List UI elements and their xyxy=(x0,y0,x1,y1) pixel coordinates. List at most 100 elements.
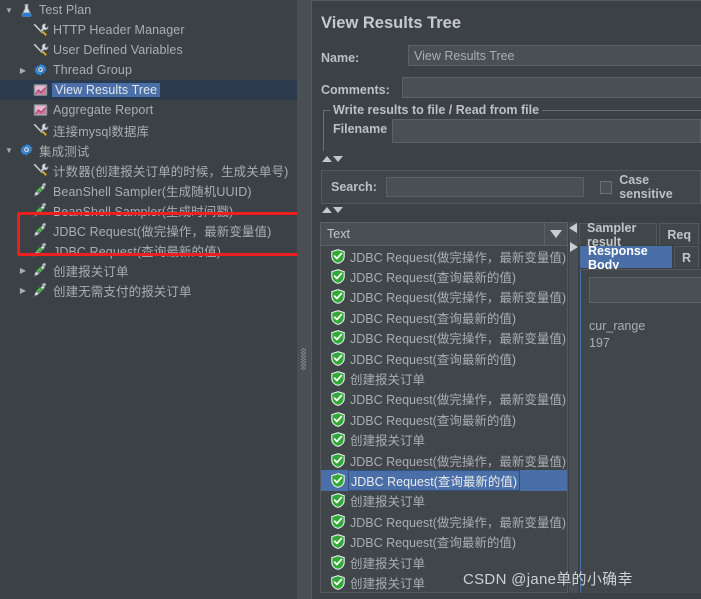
tree-item[interactable]: User Defined Variables xyxy=(0,40,297,60)
comments-input[interactable] xyxy=(402,77,701,98)
status-success-icon xyxy=(331,350,350,366)
tabbar-response[interactable]: Response Body R xyxy=(580,244,701,272)
tree-item-label: User Defined Variables xyxy=(53,43,183,57)
tree-toggle-collapsed-icon[interactable]: ▶ xyxy=(16,266,30,275)
result-row[interactable]: JDBC Request(查询最新的值) xyxy=(321,409,567,429)
result-detail-tabs: Sampler result Req Response Body R cur_ran… xyxy=(579,221,701,593)
tree-item[interactable]: ▶ 创建报关订单 xyxy=(0,260,297,280)
result-row[interactable]: JDBC Request(查询最新的值) xyxy=(321,531,567,551)
result-tab[interactable]: Req xyxy=(659,223,699,245)
tree-item[interactable]: BeanShell Sampler(生成时间戳) xyxy=(0,200,297,220)
tree-toggle-expanded-icon[interactable]: ▼ xyxy=(2,146,16,155)
tree-toggle-expanded-icon[interactable]: ▼ xyxy=(2,6,16,15)
tree-item[interactable]: JDBC Request(查询最新的值) xyxy=(0,240,297,260)
write-results-groupbox: Write results to file / Read from file F… xyxy=(323,103,701,151)
tree-item[interactable]: Aggregate Report xyxy=(0,100,297,120)
result-row[interactable]: JDBC Request(查询最新的值) xyxy=(321,470,567,491)
result-row-label: JDBC Request(做完操作，最新变量值) xyxy=(350,250,566,265)
tabbar-sampler[interactable]: Sampler result Req xyxy=(579,221,701,249)
result-row[interactable]: JDBC Request(做完操作，最新变量值) xyxy=(321,511,567,531)
tree-item[interactable]: HTTP Header Manager xyxy=(0,20,297,40)
sampler-icon xyxy=(30,241,50,259)
tree-item[interactable]: 连接mysql数据库 xyxy=(0,120,297,140)
tree-item-label: JDBC Request(查询最新的值) xyxy=(53,244,221,259)
tree-item-label: BeanShell Sampler(生成随机UUID) xyxy=(53,184,252,199)
tree-item[interactable]: ▶ 创建无需支付的报关订单 xyxy=(0,280,297,300)
result-row-label: JDBC Request(查询最新的值) xyxy=(350,413,516,428)
tree-toggle-collapsed-icon[interactable]: ▶ xyxy=(16,66,30,75)
search-input[interactable] xyxy=(385,177,585,197)
chevron-down-icon[interactable] xyxy=(333,156,343,162)
dropdown-arrow-icon[interactable] xyxy=(544,223,567,245)
response-tab[interactable]: R xyxy=(673,246,699,268)
tree-item[interactable]: BeanShell Sampler(生成随机UUID) xyxy=(0,180,297,200)
tree-item[interactable]: View Results Tree xyxy=(0,80,297,100)
sampler-icon xyxy=(30,221,50,239)
render-type-value: Text xyxy=(327,227,350,241)
chevron-up-icon[interactable] xyxy=(322,156,332,162)
name-input[interactable]: View Results Tree xyxy=(408,45,701,66)
status-success-icon xyxy=(331,411,350,427)
chevron-up-icon[interactable] xyxy=(322,207,332,213)
status-success-icon xyxy=(331,432,350,448)
result-row[interactable]: 创建报关订单 xyxy=(321,491,567,511)
result-row[interactable]: 创建报关订单 xyxy=(321,430,567,450)
collapse-left-icon[interactable] xyxy=(569,223,577,233)
result-row-label: 创建报关订单 xyxy=(350,373,426,388)
search-bar: Search: Case sensitive xyxy=(321,170,701,204)
tree-item-label: 创建报关订单 xyxy=(53,264,129,279)
test-plan-tree[interactable]: ▼ Test Plan HTTP Header Manager User Define… xyxy=(0,0,297,599)
chevron-down-icon[interactable] xyxy=(333,207,343,213)
results-list[interactable]: JDBC Request(做完操作，最新变量值) JDBC Request(查询最… xyxy=(320,246,568,593)
status-success-icon xyxy=(331,269,350,285)
collapse-arrows-top[interactable] xyxy=(322,156,343,162)
result-row[interactable]: JDBC Request(查询最新的值) xyxy=(321,348,567,368)
tree-item[interactable]: ▶ Thread Group xyxy=(0,60,297,80)
find-input[interactable] xyxy=(589,277,701,303)
result-row-label: JDBC Request(做完操作，最新变量值) xyxy=(350,515,566,530)
result-row[interactable]: 创建报关订单 xyxy=(321,368,567,388)
config-element-icon xyxy=(30,21,50,39)
result-row[interactable]: JDBC Request(做完操作，最新变量值) xyxy=(321,450,567,470)
filename-label: Filename xyxy=(333,122,388,136)
tree-item[interactable]: ▼ 集成测试 xyxy=(0,140,297,160)
main-splitter[interactable] xyxy=(297,0,311,599)
response-body-line-1: cur_range xyxy=(589,319,646,333)
thread-group-icon xyxy=(16,141,36,159)
result-row-label: JDBC Request(做完操作，最新变量值) xyxy=(350,291,566,306)
watermark-text: CSDN @jane单的小确幸 xyxy=(463,571,633,588)
tree-item[interactable]: JDBC Request(做完操作，最新变量值) xyxy=(0,220,297,240)
filename-input[interactable] xyxy=(392,119,701,143)
result-row[interactable]: JDBC Request(做完操作，最新变量值) xyxy=(321,328,567,348)
groupbox-title: Write results to file / Read from file xyxy=(330,103,543,117)
status-success-icon xyxy=(331,554,350,570)
listener-icon xyxy=(30,81,50,99)
status-success-icon xyxy=(331,452,350,468)
result-row[interactable]: JDBC Request(做完操作，最新变量值) xyxy=(321,246,567,266)
render-type-dropdown[interactable]: Text xyxy=(320,222,568,246)
case-sensitive-checkbox[interactable] xyxy=(600,180,613,194)
result-row-label: JDBC Request(做完操作，最新变量值) xyxy=(350,332,566,347)
results-detail-splitter[interactable] xyxy=(569,222,578,593)
collapse-arrows-results[interactable] xyxy=(322,207,343,213)
status-success-icon xyxy=(331,371,350,386)
jmeter-window: ▼ Test Plan HTTP Header Manager User Define… xyxy=(0,0,701,599)
result-row[interactable]: JDBC Request(做完操作，最新变量值) xyxy=(321,389,567,409)
result-row-label: 创建报关订单 xyxy=(350,495,426,510)
tree-item[interactable]: ▼ Test Plan xyxy=(0,0,297,20)
tree-toggle-collapsed-icon[interactable]: ▶ xyxy=(16,286,30,295)
tree-item-label: Test Plan xyxy=(39,3,92,17)
collapse-right-icon[interactable] xyxy=(570,242,578,252)
tree-item-label: 连接mysql数据库 xyxy=(53,124,150,139)
tree-item-label: JDBC Request(做完操作，最新变量值) xyxy=(53,224,272,239)
tree-item-label: View Results Tree xyxy=(52,83,161,97)
response-tab[interactable]: Response Body xyxy=(580,244,672,272)
result-row[interactable]: JDBC Request(查询最新的值) xyxy=(321,266,567,286)
result-tab[interactable]: Sampler result xyxy=(579,221,658,249)
splitter-grip-icon[interactable] xyxy=(301,348,306,370)
tree-item[interactable]: 计数器(创建报关订单的时候，生成关单号) xyxy=(0,160,297,180)
status-success-icon xyxy=(331,289,350,305)
config-element-icon xyxy=(30,41,50,59)
result-row[interactable]: JDBC Request(查询最新的值) xyxy=(321,307,567,327)
result-row[interactable]: JDBC Request(做完操作，最新变量值) xyxy=(321,287,567,307)
